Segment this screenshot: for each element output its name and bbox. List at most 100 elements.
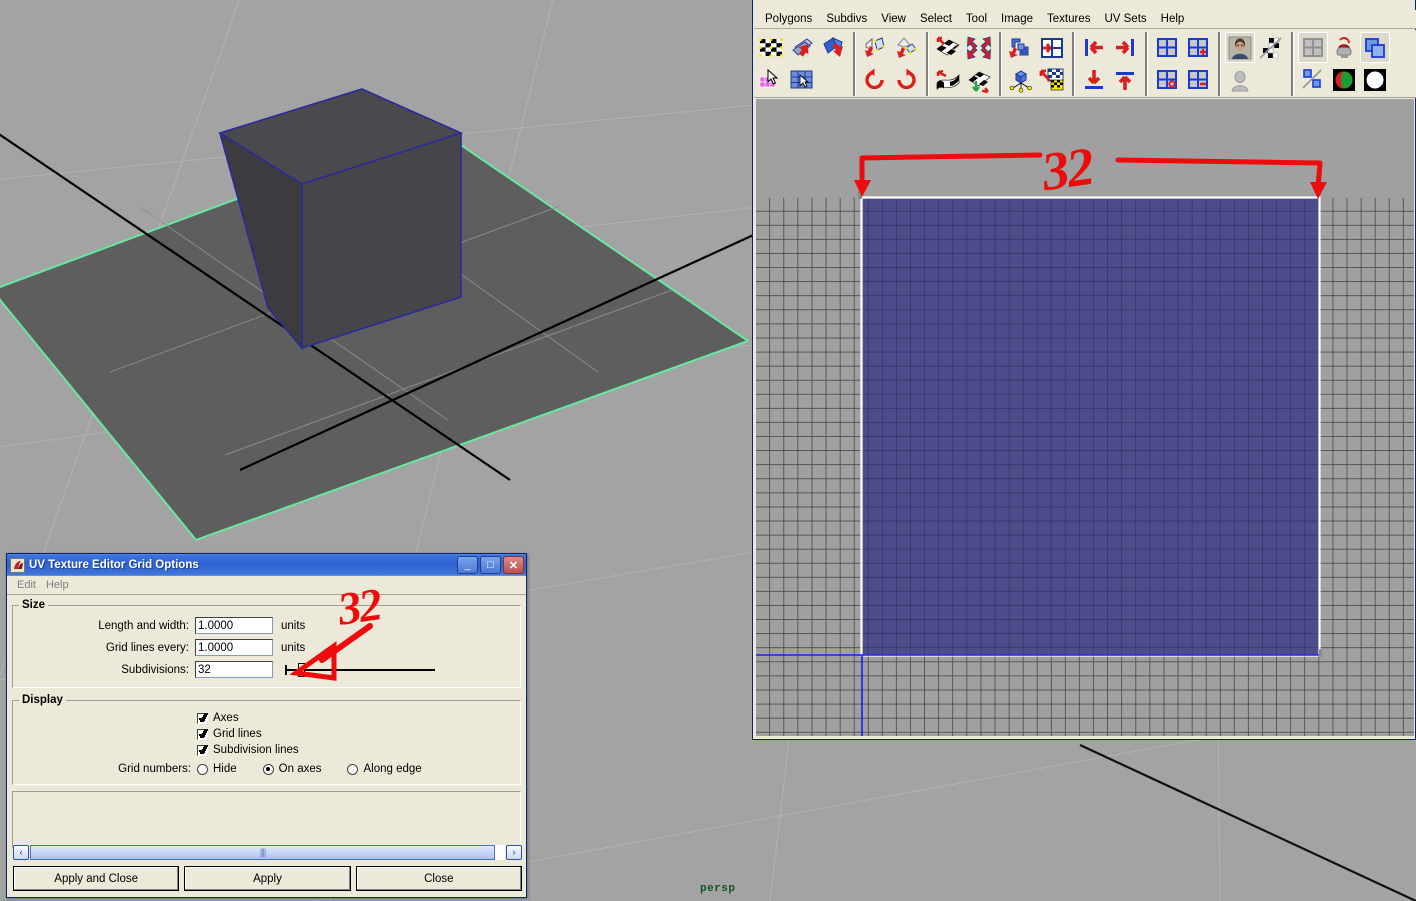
rgb-channel-icon[interactable] — [1329, 64, 1359, 95]
dim-toggle-icon[interactable] — [1298, 64, 1328, 95]
image-dim-icon[interactable] — [1256, 32, 1286, 63]
uv-rotate-ccw-icon[interactable] — [860, 64, 890, 95]
uv-mode-group — [756, 32, 849, 96]
grid-lines-every-label: Grid lines every: — [105, 641, 189, 654]
dialog-title: UV Texture Editor Grid Options — [29, 559, 199, 571]
slider-thumb[interactable] — [298, 663, 305, 677]
subdivision-lines-checkbox-row[interactable]: Subdivision lines — [19, 742, 514, 758]
dialog-close-button[interactable]: ✕ — [503, 556, 524, 574]
menu-subdivs[interactable]: Subdivs — [819, 12, 874, 26]
uv-rotate-cw-icon[interactable] — [891, 64, 921, 95]
menu-textures[interactable]: Textures — [1040, 12, 1097, 26]
size-group-legend: Size — [22, 599, 46, 611]
uv-tile-group — [1152, 32, 1214, 96]
grid-numbers-on-axes-option[interactable]: On axes — [262, 763, 321, 775]
grid-lines-every-input[interactable] — [195, 639, 273, 656]
dialog-menu-edit[interactable]: Edit — [17, 579, 46, 591]
uv-cube-map-icon[interactable] — [1006, 64, 1036, 95]
image-texture-icon[interactable] — [1225, 32, 1255, 63]
subdivisions-input[interactable] — [195, 661, 273, 678]
texture-filter-icon[interactable] — [1329, 32, 1359, 63]
tile-grid-remove-icon[interactable] — [1183, 64, 1213, 95]
subdivisions-slider[interactable] — [285, 661, 435, 678]
uv-overlap-icon[interactable] — [1360, 32, 1390, 63]
grid-numbers-along-edge-option[interactable]: Along edge — [347, 763, 422, 775]
close-button[interactable]: Close — [355, 866, 522, 891]
length-and-width-units: units — [281, 619, 306, 632]
alpha-channel-icon[interactable] — [1360, 64, 1390, 95]
menu-polygons[interactable]: Polygons — [758, 12, 819, 26]
length-and-width-row: Length and width: units — [19, 615, 514, 636]
horizontal-scrollbar[interactable]: ‹ |||| › — [13, 844, 522, 860]
uv-snap-group — [1006, 32, 1068, 96]
dialog-titlebar[interactable]: UV Texture Editor Grid Options _ □ ✕ — [7, 554, 526, 576]
menu-image[interactable]: Image — [994, 12, 1040, 26]
grid-numbers-hide-radio[interactable] — [197, 763, 208, 775]
uv-cut-right-icon[interactable] — [891, 32, 921, 63]
slider-min-tick — [285, 665, 287, 675]
grid-toggle-icon[interactable] — [1298, 32, 1328, 63]
uv-cut-left-icon[interactable] — [860, 32, 890, 63]
dialog-maximize-button[interactable]: □ — [480, 556, 501, 574]
uv-copy-shells-icon[interactable] — [1006, 32, 1036, 63]
image-shaded-icon[interactable] — [1225, 64, 1255, 95]
uv-align-group — [1079, 32, 1141, 96]
tile-grid-target-icon[interactable] — [1152, 64, 1182, 95]
grid-numbers-hide-label: Hide — [213, 763, 237, 775]
grid-lines-checkbox-row[interactable]: Grid lines — [19, 726, 514, 742]
apply-button[interactable]: Apply — [184, 866, 351, 891]
menu-select[interactable]: Select — [913, 12, 959, 26]
tile-grid-add-icon[interactable] — [1183, 32, 1213, 63]
uv-flip-left-icon[interactable] — [787, 32, 817, 63]
size-group: Size Length and width: units Grid lines … — [12, 599, 521, 688]
axes-label: Axes — [213, 712, 239, 724]
dialog-minimize-button[interactable]: _ — [457, 556, 478, 574]
align-right-icon[interactable] — [1110, 32, 1140, 63]
uv-image-group — [1225, 32, 1287, 96]
uv-paste-quad-icon[interactable] — [1037, 32, 1067, 63]
uv-checker-grow-icon[interactable] — [964, 64, 994, 95]
align-bottom-icon[interactable] — [1079, 64, 1109, 95]
scrollbar-thumb[interactable]: |||| — [30, 844, 495, 860]
scroll-right-arrow-icon[interactable]: › — [506, 844, 522, 860]
axes-checkbox-row[interactable]: Axes — [19, 710, 514, 726]
uv-select-shell-icon[interactable] — [756, 64, 786, 95]
uv-checker-lattice-icon[interactable] — [756, 32, 786, 63]
subdivision-lines-label: Subdivision lines — [213, 744, 299, 756]
length-and-width-input[interactable] — [195, 617, 273, 634]
grid-numbers-hide-option[interactable]: Hide — [197, 763, 237, 775]
uv-collapse-arrows-icon[interactable] — [964, 32, 994, 63]
scroll-left-arrow-icon[interactable]: ‹ — [13, 844, 29, 860]
menu-help[interactable]: Help — [1154, 12, 1192, 26]
menu-view[interactable]: View — [874, 12, 913, 26]
menu-tool[interactable]: Tool — [959, 12, 994, 26]
grid-lines-label: Grid lines — [213, 728, 262, 740]
axes-checkbox[interactable] — [197, 712, 208, 724]
menu-uv-sets[interactable]: UV Sets — [1097, 12, 1153, 26]
grid-numbers-label: Grid numbers: — [118, 763, 191, 775]
grid-numbers-on-axes-radio[interactable] — [262, 763, 274, 775]
uv-grid-select-icon[interactable] — [787, 64, 817, 95]
uv-flip-right-icon[interactable] — [818, 32, 848, 63]
grid-numbers-row: Grid numbers: Hide On axes Along edge — [19, 760, 514, 778]
subdivision-lines-checkbox[interactable] — [197, 744, 208, 756]
grid-numbers-along-edge-radio[interactable] — [347, 763, 359, 775]
tile-grid-icon[interactable] — [1152, 32, 1182, 63]
display-group-legend: Display — [22, 694, 63, 706]
uv-lattice-map-icon[interactable] — [1037, 64, 1067, 95]
grid-lines-checkbox[interactable] — [197, 728, 208, 740]
align-top-icon[interactable] — [1110, 64, 1140, 95]
grid-options-dialog[interactable]: UV Texture Editor Grid Options _ □ ✕ Edi… — [6, 553, 527, 898]
align-left-icon[interactable] — [1079, 32, 1109, 63]
uv-editor-toolbar — [754, 30, 1416, 98]
grid-lines-every-units: units — [281, 641, 306, 654]
uv-texture-editor-panel[interactable]: Polygons Subdivs View Select Tool Image … — [752, 0, 1416, 740]
grid-numbers-along-edge-label: Along edge — [363, 763, 422, 775]
toolbar-separator — [999, 32, 1002, 96]
toolbar-separator — [1291, 32, 1294, 96]
uv-checker-plane-icon[interactable] — [933, 32, 963, 63]
scrollbar-trough[interactable]: |||| — [30, 844, 505, 860]
uv-checker-warp-icon[interactable] — [933, 64, 963, 95]
dialog-menu-help[interactable]: Help — [46, 579, 79, 591]
apply-and-close-button[interactable]: Apply and Close — [13, 866, 180, 891]
